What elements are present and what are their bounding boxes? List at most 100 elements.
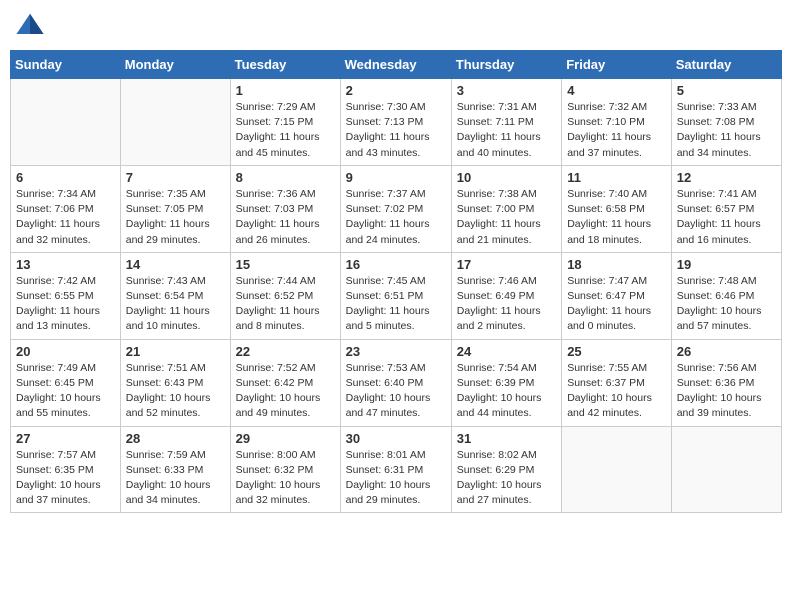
calendar-cell: 21 Sunrise: 7:51 AMSunset: 6:43 PMDayligh… — [120, 339, 230, 426]
day-info: Sunrise: 7:36 AMSunset: 7:03 PMDaylight:… — [236, 187, 335, 248]
day-info: Sunrise: 7:59 AMSunset: 6:33 PMDaylight:… — [126, 448, 225, 509]
day-info: Sunrise: 7:56 AMSunset: 6:36 PMDaylight:… — [677, 361, 776, 422]
calendar-cell: 4 Sunrise: 7:32 AMSunset: 7:10 PMDaylight… — [562, 79, 672, 166]
calendar-header-thursday: Thursday — [451, 51, 561, 79]
day-number: 12 — [677, 170, 776, 185]
calendar-cell: 27 Sunrise: 7:57 AMSunset: 6:35 PMDayligh… — [11, 426, 121, 513]
day-number: 4 — [567, 83, 666, 98]
day-number: 21 — [126, 344, 225, 359]
day-number: 15 — [236, 257, 335, 272]
day-number: 31 — [457, 431, 556, 446]
calendar-header-wednesday: Wednesday — [340, 51, 451, 79]
day-number: 27 — [16, 431, 115, 446]
day-info: Sunrise: 7:33 AMSunset: 7:08 PMDaylight:… — [677, 100, 776, 161]
calendar-header-friday: Friday — [562, 51, 672, 79]
calendar-cell: 13Sunrise: 7:42 AMSunset: 6:55 PMDayligh… — [11, 252, 121, 339]
calendar-cell: 17 Sunrise: 7:46 AMSunset: 6:49 PMDayligh… — [451, 252, 561, 339]
day-number: 11 — [567, 170, 666, 185]
day-number: 23 — [346, 344, 446, 359]
week-row-1: 1 Sunrise: 7:29 AMSunset: 7:15 PMDaylight… — [11, 79, 782, 166]
calendar-cell: 9Sunrise: 7:37 AMSunset: 7:02 PMDaylight… — [340, 165, 451, 252]
day-info: Sunrise: 7:48 AMSunset: 6:46 PMDaylight:… — [677, 274, 776, 335]
day-info: Sunrise: 8:02 AMSunset: 6:29 PMDaylight:… — [457, 448, 556, 509]
day-info: Sunrise: 7:40 AMSunset: 6:58 PMDaylight:… — [567, 187, 666, 248]
day-info: Sunrise: 7:51 AMSunset: 6:43 PMDaylight:… — [126, 361, 225, 422]
calendar-cell — [671, 426, 781, 513]
day-info: Sunrise: 7:41 AMSunset: 6:57 PMDaylight:… — [677, 187, 776, 248]
day-number: 10 — [457, 170, 556, 185]
day-number: 25 — [567, 344, 666, 359]
day-number: 29 — [236, 431, 335, 446]
calendar-cell: 12 Sunrise: 7:41 AMSunset: 6:57 PMDayligh… — [671, 165, 781, 252]
day-info: Sunrise: 7:42 AMSunset: 6:55 PMDaylight:… — [16, 274, 115, 335]
day-info: Sunrise: 7:47 AMSunset: 6:47 PMDaylight:… — [567, 274, 666, 335]
calendar-cell: 6Sunrise: 7:34 AMSunset: 7:06 PMDaylight… — [11, 165, 121, 252]
calendar-cell: 26 Sunrise: 7:56 AMSunset: 6:36 PMDayligh… — [671, 339, 781, 426]
day-info: Sunrise: 7:53 AMSunset: 6:40 PMDaylight:… — [346, 361, 446, 422]
calendar-header-monday: Monday — [120, 51, 230, 79]
day-number: 6 — [16, 170, 115, 185]
day-info: Sunrise: 7:54 AMSunset: 6:39 PMDaylight:… — [457, 361, 556, 422]
page-header — [10, 10, 782, 40]
day-info: Sunrise: 7:57 AMSunset: 6:35 PMDaylight:… — [16, 448, 115, 509]
day-number: 1 — [236, 83, 335, 98]
calendar-cell: 1 Sunrise: 7:29 AMSunset: 7:15 PMDaylight… — [230, 79, 340, 166]
day-number: 5 — [677, 83, 776, 98]
day-number: 19 — [677, 257, 776, 272]
calendar-cell: 30Sunrise: 8:01 AMSunset: 6:31 PMDayligh… — [340, 426, 451, 513]
day-number: 22 — [236, 344, 335, 359]
day-info: Sunrise: 7:32 AMSunset: 7:10 PMDaylight:… — [567, 100, 666, 161]
day-number: 17 — [457, 257, 556, 272]
calendar-header-saturday: Saturday — [671, 51, 781, 79]
calendar-cell: 11 Sunrise: 7:40 AMSunset: 6:58 PMDayligh… — [562, 165, 672, 252]
day-info: Sunrise: 7:43 AMSunset: 6:54 PMDaylight:… — [126, 274, 225, 335]
calendar-cell: 8 Sunrise: 7:36 AMSunset: 7:03 PMDaylight… — [230, 165, 340, 252]
day-info: Sunrise: 7:46 AMSunset: 6:49 PMDaylight:… — [457, 274, 556, 335]
calendar-cell: 22Sunrise: 7:52 AMSunset: 6:42 PMDayligh… — [230, 339, 340, 426]
day-info: Sunrise: 7:38 AMSunset: 7:00 PMDaylight:… — [457, 187, 556, 248]
calendar-cell: 15Sunrise: 7:44 AMSunset: 6:52 PMDayligh… — [230, 252, 340, 339]
calendar-header-row: SundayMondayTuesdayWednesdayThursdayFrid… — [11, 51, 782, 79]
day-number: 26 — [677, 344, 776, 359]
day-info: Sunrise: 7:31 AMSunset: 7:11 PMDaylight:… — [457, 100, 556, 161]
calendar-cell: 18 Sunrise: 7:47 AMSunset: 6:47 PMDayligh… — [562, 252, 672, 339]
day-number: 2 — [346, 83, 446, 98]
day-number: 18 — [567, 257, 666, 272]
calendar-cell: 16 Sunrise: 7:45 AMSunset: 6:51 PMDayligh… — [340, 252, 451, 339]
calendar-cell: 25Sunrise: 7:55 AMSunset: 6:37 PMDayligh… — [562, 339, 672, 426]
logo-icon — [15, 10, 45, 40]
calendar-cell — [562, 426, 672, 513]
calendar-cell — [120, 79, 230, 166]
calendar-cell: 19 Sunrise: 7:48 AMSunset: 6:46 PMDayligh… — [671, 252, 781, 339]
calendar-cell: 31 Sunrise: 8:02 AMSunset: 6:29 PMDayligh… — [451, 426, 561, 513]
week-row-3: 13Sunrise: 7:42 AMSunset: 6:55 PMDayligh… — [11, 252, 782, 339]
calendar-cell: 29 Sunrise: 8:00 AMSunset: 6:32 PMDayligh… — [230, 426, 340, 513]
day-info: Sunrise: 7:49 AMSunset: 6:45 PMDaylight:… — [16, 361, 115, 422]
calendar-cell: 28 Sunrise: 7:59 AMSunset: 6:33 PMDayligh… — [120, 426, 230, 513]
day-number: 8 — [236, 170, 335, 185]
day-number: 28 — [126, 431, 225, 446]
day-number: 24 — [457, 344, 556, 359]
calendar-cell: 14 Sunrise: 7:43 AMSunset: 6:54 PMDayligh… — [120, 252, 230, 339]
calendar-cell: 10 Sunrise: 7:38 AMSunset: 7:00 PMDayligh… — [451, 165, 561, 252]
calendar-cell: 3 Sunrise: 7:31 AMSunset: 7:11 PMDaylight… — [451, 79, 561, 166]
day-number: 9 — [346, 170, 446, 185]
calendar-header-sunday: Sunday — [11, 51, 121, 79]
day-number: 3 — [457, 83, 556, 98]
calendar-cell: 5 Sunrise: 7:33 AMSunset: 7:08 PMDaylight… — [671, 79, 781, 166]
week-row-2: 6Sunrise: 7:34 AMSunset: 7:06 PMDaylight… — [11, 165, 782, 252]
day-info: Sunrise: 7:45 AMSunset: 6:51 PMDaylight:… — [346, 274, 446, 335]
logo — [15, 10, 49, 40]
day-info: Sunrise: 8:01 AMSunset: 6:31 PMDaylight:… — [346, 448, 446, 509]
day-number: 7 — [126, 170, 225, 185]
calendar-table: SundayMondayTuesdayWednesdayThursdayFrid… — [10, 50, 782, 513]
calendar-cell: 24 Sunrise: 7:54 AMSunset: 6:39 PMDayligh… — [451, 339, 561, 426]
calendar-cell: 20Sunrise: 7:49 AMSunset: 6:45 PMDayligh… — [11, 339, 121, 426]
calendar-cell: 7Sunrise: 7:35 AMSunset: 7:05 PMDaylight… — [120, 165, 230, 252]
day-info: Sunrise: 8:00 AMSunset: 6:32 PMDaylight:… — [236, 448, 335, 509]
day-info: Sunrise: 7:29 AMSunset: 7:15 PMDaylight:… — [236, 100, 335, 161]
day-number: 16 — [346, 257, 446, 272]
calendar-cell — [11, 79, 121, 166]
week-row-4: 20Sunrise: 7:49 AMSunset: 6:45 PMDayligh… — [11, 339, 782, 426]
day-number: 14 — [126, 257, 225, 272]
